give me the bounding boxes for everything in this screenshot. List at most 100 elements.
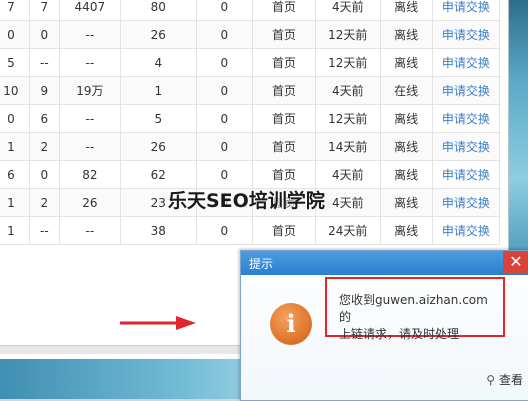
notification-popup: 提示 ✕ i 您收到guwen.aizhan.com的 上链请求，请及时处理 ⚲… bbox=[240, 250, 528, 401]
table-cell: 26 bbox=[119, 20, 197, 49]
table-row: 7 7 4407 80 0 首页 4天前 离线 申请交换 bbox=[0, 0, 501, 21]
table-cell: 0 bbox=[195, 48, 253, 77]
table-cell: 0 bbox=[195, 132, 253, 161]
table-cell: 12天前 bbox=[315, 20, 381, 49]
apply-exchange-link[interactable]: 申请交换 bbox=[431, 20, 501, 49]
table-cell: 4407 bbox=[58, 0, 121, 21]
table-cell: 离线 bbox=[379, 0, 433, 21]
apply-exchange-link[interactable]: 申请交换 bbox=[431, 76, 501, 105]
table-cell: 38 bbox=[119, 216, 197, 245]
red-arrow-icon bbox=[120, 316, 196, 330]
table-cell: 离线 bbox=[379, 216, 433, 245]
table-cell: 10 bbox=[0, 76, 30, 105]
table-row: 1 2 -- 26 0 首页 14天前 离线 申请交换 bbox=[0, 132, 501, 161]
popup-titlebar: 提示 ✕ bbox=[241, 251, 528, 275]
table-cell: 0 bbox=[195, 104, 253, 133]
table-cell: 0 bbox=[195, 20, 253, 49]
table-row: 10 9 19万 1 0 首页 4天前 在线 申请交换 bbox=[0, 76, 501, 105]
table-cell: -- bbox=[58, 132, 121, 161]
table-cell: 2 bbox=[28, 188, 60, 217]
apply-exchange-link[interactable]: 申请交换 bbox=[431, 188, 501, 217]
table-row: 1 -- -- 38 0 首页 24天前 离线 申请交换 bbox=[0, 216, 501, 245]
table-cell: 19万 bbox=[58, 76, 121, 105]
table-row: 0 6 -- 5 0 首页 12天前 离线 申请交换 bbox=[0, 104, 501, 133]
close-button[interactable]: ✕ bbox=[503, 251, 528, 273]
table-cell: 首页 bbox=[251, 76, 317, 105]
table-cell: 离线 bbox=[379, 104, 433, 133]
view-link[interactable]: ⚲ 查看 bbox=[486, 371, 523, 388]
apply-exchange-link[interactable]: 申请交换 bbox=[431, 0, 501, 21]
table-cell: 0 bbox=[0, 20, 30, 49]
table-cell: 82 bbox=[58, 160, 121, 189]
table-cell: -- bbox=[58, 48, 121, 77]
popup-message-line1: 您收到guwen.aizhan.com的 bbox=[339, 293, 488, 324]
watermark-text: 乐天SEO培训学院 bbox=[168, 190, 325, 212]
table-cell: 14天前 bbox=[315, 132, 381, 161]
apply-exchange-link[interactable]: 申请交换 bbox=[431, 160, 501, 189]
table-cell: 4 bbox=[119, 48, 197, 77]
apply-exchange-link[interactable]: 申请交换 bbox=[431, 104, 501, 133]
table-cell: 24天前 bbox=[315, 216, 381, 245]
table-cell: 6 bbox=[28, 104, 60, 133]
table-cell: 离线 bbox=[379, 20, 433, 49]
table-cell: 0 bbox=[28, 160, 60, 189]
table-cell: 80 bbox=[119, 0, 197, 21]
table-cell: 首页 bbox=[251, 20, 317, 49]
table-cell: -- bbox=[28, 216, 60, 245]
table-cell: 离线 bbox=[379, 160, 433, 189]
popup-message: 您收到guwen.aizhan.com的 上链请求，请及时处理 bbox=[339, 292, 499, 343]
table-cell: 2 bbox=[28, 132, 60, 161]
table-cell: 首页 bbox=[251, 48, 317, 77]
table-cell: 0 bbox=[0, 104, 30, 133]
table-row: 6 0 82 62 0 首页 4天前 离线 申请交换 bbox=[0, 160, 501, 189]
table-cell: 0 bbox=[195, 76, 253, 105]
table-cell: 在线 bbox=[379, 76, 433, 105]
table-cell: -- bbox=[58, 216, 121, 245]
popup-message-line2: 上链请求，请及时处理 bbox=[339, 327, 460, 341]
table-cell: 首页 bbox=[251, 132, 317, 161]
table-cell: 1 bbox=[0, 216, 30, 245]
table-cell: 首页 bbox=[251, 104, 317, 133]
apply-exchange-link[interactable]: 申请交换 bbox=[431, 48, 501, 77]
table-cell: 6 bbox=[0, 160, 30, 189]
popup-title: 提示 bbox=[249, 257, 274, 271]
view-label: 查看 bbox=[498, 373, 523, 387]
table-cell: -- bbox=[58, 104, 121, 133]
table-cell: 7 bbox=[28, 0, 60, 21]
search-icon: ⚲ bbox=[486, 373, 495, 387]
table-cell: -- bbox=[58, 20, 121, 49]
table-cell: 首页 bbox=[251, 0, 317, 21]
table-cell: 首页 bbox=[251, 216, 317, 245]
table-cell: 0 bbox=[195, 0, 253, 21]
table-cell: 离线 bbox=[379, 132, 433, 161]
table-cell: -- bbox=[28, 48, 60, 77]
table-cell: 5 bbox=[119, 104, 197, 133]
table-cell: 12天前 bbox=[315, 104, 381, 133]
table-row: 0 0 -- 26 0 首页 12天前 离线 申请交换 bbox=[0, 20, 501, 49]
message-highlight-box: 您收到guwen.aizhan.com的 上链请求，请及时处理 bbox=[325, 277, 505, 341]
table-row: 5 -- -- 4 0 首页 12天前 离线 申请交换 bbox=[0, 48, 501, 77]
table-cell: 离线 bbox=[379, 48, 433, 77]
table-cell: 4天前 bbox=[315, 160, 381, 189]
table-cell: 4天前 bbox=[315, 0, 381, 21]
table-cell: 离线 bbox=[379, 188, 433, 217]
table-cell: 0 bbox=[195, 216, 253, 245]
table-cell: 1 bbox=[0, 188, 30, 217]
table-cell: 1 bbox=[119, 76, 197, 105]
table-cell: 1 bbox=[0, 132, 30, 161]
table-cell: 首页 bbox=[251, 160, 317, 189]
table-cell: 26 bbox=[119, 132, 197, 161]
table-cell: 5 bbox=[0, 48, 30, 77]
table-cell: 4天前 bbox=[315, 76, 381, 105]
apply-exchange-link[interactable]: 申请交换 bbox=[431, 132, 501, 161]
table-cell: 62 bbox=[119, 160, 197, 189]
info-icon: i bbox=[270, 303, 312, 345]
table-cell: 26 bbox=[58, 188, 121, 217]
table-cell: 0 bbox=[28, 20, 60, 49]
desktop: 7 7 4407 80 0 首页 4天前 离线 申请交换 0 0 -- 26 0 首页 12天前 离线 申请交换 5… bbox=[0, 0, 528, 401]
table-cell: 7 bbox=[0, 0, 30, 21]
table-cell: 0 bbox=[195, 160, 253, 189]
apply-exchange-link[interactable]: 申请交换 bbox=[431, 216, 501, 245]
table-cell: 12天前 bbox=[315, 48, 381, 77]
table-cell: 9 bbox=[28, 76, 60, 105]
